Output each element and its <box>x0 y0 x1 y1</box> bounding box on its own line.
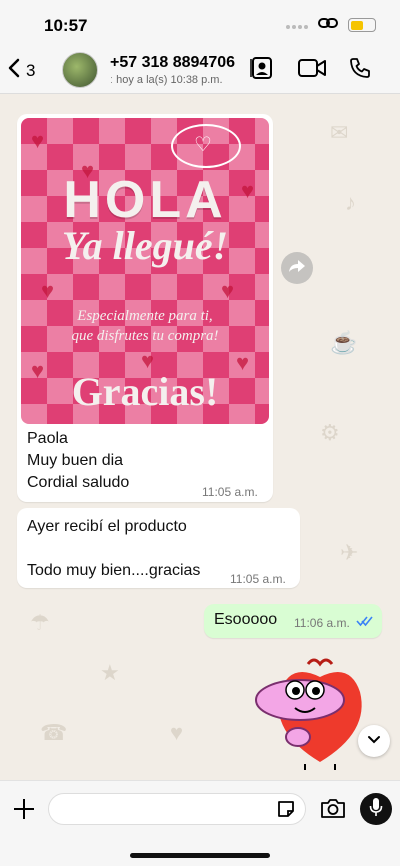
message-time: 11:05 a.m. <box>230 572 286 586</box>
message-text: Esooooo <box>214 611 278 628</box>
status-time: 10:57 <box>44 16 88 35</box>
back-button[interactable]: 3 <box>8 58 35 83</box>
image-text-especial-line: que disfrutes tu compra! <box>71 328 219 344</box>
status-icons <box>284 16 376 34</box>
heart-icon: ♡ <box>194 134 212 156</box>
forward-arrow-icon <box>288 259 306 278</box>
caption-line: Muy buen dia <box>27 452 124 469</box>
voice-call-button[interactable] <box>346 56 374 84</box>
sticker-button[interactable] <box>276 799 296 819</box>
microphone-icon <box>369 797 383 822</box>
message-time: 11:06 a.m. <box>294 616 350 630</box>
plus-icon <box>12 799 36 825</box>
avatar[interactable] <box>62 52 98 88</box>
contact-name[interactable]: +57 318 8894706 <box>110 54 235 72</box>
camera-icon <box>320 799 346 823</box>
image-text-llegue: Ya llegué! <box>61 223 229 268</box>
message-image[interactable]: ♥ ♥ ♥ ♥ ♥ ♥ ♥ ♥ ♡ HOLA Ya llegué! Especi… <box>21 118 269 424</box>
message-input[interactable] <box>48 793 306 825</box>
home-indicator <box>130 853 270 858</box>
image-text-hola: HOLA <box>63 171 227 229</box>
outgoing-message: Esooooo 11:06 a.m. <box>204 604 382 638</box>
phone-icon <box>348 56 372 85</box>
background-doodle: ☎ <box>40 720 68 745</box>
message-time: 11:05 a.m. <box>202 485 258 499</box>
background-doodle: ★ <box>100 660 120 685</box>
chevron-down-icon <box>367 732 381 750</box>
background-doodle: ♥ <box>170 720 184 745</box>
contact-card-button[interactable] <box>248 56 276 84</box>
image-text-gracias: Gracias! <box>71 369 219 414</box>
heart-decoration: ♥ <box>221 278 235 303</box>
background-doodle: ☂ <box>30 610 50 635</box>
video-call-button[interactable] <box>298 56 326 84</box>
caption-line: Paola <box>27 430 68 447</box>
background-doodle: ✉ <box>330 120 349 145</box>
battery-icon <box>348 18 376 32</box>
heart-decoration: ♥ <box>31 128 45 153</box>
camera-button[interactable] <box>320 797 346 821</box>
attach-button[interactable] <box>12 797 36 821</box>
link-icon <box>318 16 338 34</box>
contact-status: ː hoy a la(s) 10:38 p.m. <box>110 74 223 86</box>
background-doodle: ✈ <box>340 540 359 565</box>
video-camera-icon <box>297 57 327 84</box>
microphone-button[interactable] <box>360 793 392 825</box>
signal-icon <box>284 16 308 34</box>
background-doodle: ☕ <box>330 330 358 355</box>
composer-bar <box>0 780 400 866</box>
scroll-to-bottom-button[interactable] <box>358 725 390 757</box>
background-doodle: ♪ <box>345 190 356 215</box>
contact-card-icon <box>249 55 275 86</box>
message-line <box>27 538 290 560</box>
heart-decoration: ♥ <box>41 278 55 303</box>
image-message: ♥ ♥ ♥ ♥ ♥ ♥ ♥ ♥ ♡ HOLA Ya llegué! Especi… <box>17 114 273 502</box>
image-text-especial: Especialmente para ti, que disfrutes tu … <box>21 306 269 346</box>
chat-header: 3 +57 318 8894706 ː hoy a la(s) 10:38 p.… <box>0 48 400 94</box>
back-count: 3 <box>26 60 36 80</box>
forward-button[interactable] <box>281 252 313 284</box>
sticker-icon <box>276 801 296 823</box>
image-text-especial-line: Especialmente para ti, <box>77 308 213 324</box>
read-ticks-icon <box>356 614 374 632</box>
message-line: Ayer recibí el producto <box>27 518 187 535</box>
image-caption: Paola Muy buen dia Cordial saludo <box>21 424 269 494</box>
background-doodle: ⚙ <box>320 420 340 445</box>
status-bar: 10:57 <box>0 0 400 48</box>
chevron-left-icon <box>8 58 20 83</box>
incoming-message: Ayer recibí el producto Todo muy bien...… <box>17 508 300 588</box>
